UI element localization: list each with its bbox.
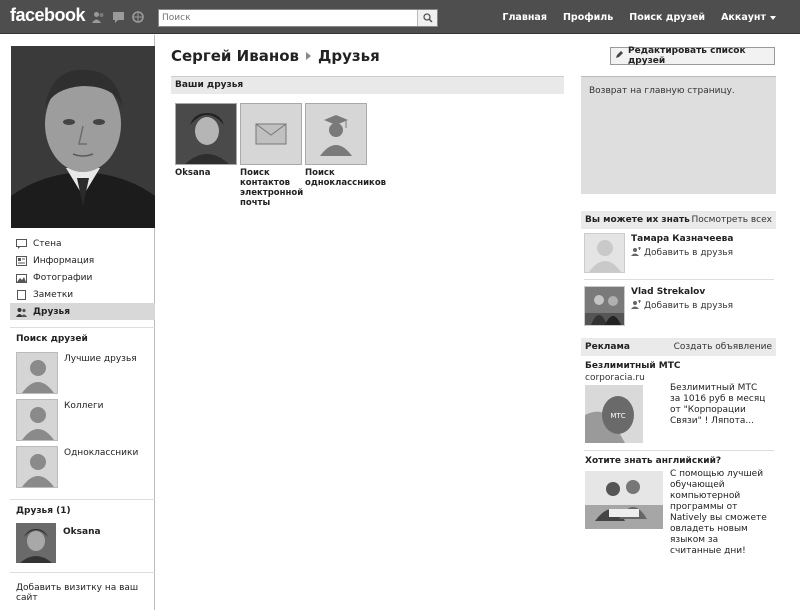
ad-image[interactable]: МТС xyxy=(585,385,643,446)
email-contacts-tile[interactable]: Поиск контактов электронной почты xyxy=(240,103,304,208)
divider xyxy=(10,327,155,328)
messages-icon[interactable] xyxy=(111,10,125,23)
friend-tile[interactable]: Oksana xyxy=(175,103,237,178)
find-friends-heading: Поиск друзей xyxy=(16,334,88,344)
notification-jewels xyxy=(91,10,145,23)
suggestion-name[interactable]: Тамара Казначеева xyxy=(631,234,733,244)
friend-tile-caption: Oksana xyxy=(175,168,211,178)
add-badge-link[interactable]: Добавить визитку на ваш сайт xyxy=(16,583,154,603)
wall-icon xyxy=(16,238,27,249)
ad-badge-text: МТС xyxy=(610,412,625,420)
friends-count-heading[interactable]: Друзья (1) xyxy=(16,506,71,516)
add-friend-label: Добавить в друзья xyxy=(644,301,734,311)
notes-icon xyxy=(16,289,27,300)
nav-info-label: Информация xyxy=(33,255,95,266)
suggestion-item: Тамара Казначеева Добавить в друзья xyxy=(584,233,733,273)
friends-icon xyxy=(16,307,27,317)
search-icon[interactable] xyxy=(417,10,437,26)
person-silhouette-icon xyxy=(16,399,58,441)
nav-notes[interactable]: Заметки xyxy=(10,286,155,303)
list-label: Коллеги xyxy=(64,401,104,411)
ad-image[interactable] xyxy=(585,471,663,532)
ad-title[interactable]: Безлимитный МТС xyxy=(585,361,680,371)
classmates-tile[interactable]: Поиск одноклассников xyxy=(305,103,387,188)
suggestion-photo[interactable] xyxy=(584,286,625,326)
pymk-heading: Вы можете их знать xyxy=(585,215,690,225)
top-bar: facebook Главная Профиль Поиск друзей Ак… xyxy=(0,0,800,34)
friend-item[interactable]: Oksana xyxy=(16,523,101,563)
person-silhouette-icon xyxy=(16,352,58,394)
friend-name: Oksana xyxy=(63,527,101,537)
edit-friends-label: Редактировать список друзей xyxy=(628,46,746,66)
left-column: Стена Информация Фотографии Заметки Друз… xyxy=(0,35,155,610)
add-friend-icon xyxy=(631,300,641,312)
nav-wall-label: Стена xyxy=(33,238,62,249)
nav-photos-label: Фотографии xyxy=(33,272,93,283)
your-friends-header: Ваши друзья xyxy=(171,76,564,94)
list-label: Одноклассники xyxy=(64,448,139,458)
create-ad-link[interactable]: Создать объявление xyxy=(674,342,772,352)
profile-name-link[interactable]: Сергей Иванов xyxy=(171,47,299,65)
ad-domain[interactable]: corporacia.ru xyxy=(585,373,645,383)
divider xyxy=(584,450,774,451)
breadcrumb-arrow-icon xyxy=(306,52,311,60)
graduate-silhouette-icon xyxy=(305,103,367,165)
account-label: Аккаунт xyxy=(721,12,766,23)
nav-notes-label: Заметки xyxy=(33,289,74,300)
pymk-header: Вы можете их знать Посмотреть всех xyxy=(581,211,776,229)
ads-header: Реклама Создать объявление xyxy=(581,338,776,356)
friend-requests-icon[interactable] xyxy=(91,10,105,23)
see-all-link[interactable]: Посмотреть всех xyxy=(691,215,772,225)
nav-friends-label: Друзья xyxy=(33,306,71,317)
nav-find-friends-link[interactable]: Поиск друзей xyxy=(621,12,713,23)
chevron-down-icon xyxy=(770,15,776,20)
list-item[interactable]: Одноклассники xyxy=(16,446,138,488)
envelope-icon xyxy=(240,103,302,165)
search-box xyxy=(158,9,438,27)
add-friend-label: Добавить в друзья xyxy=(644,248,734,258)
return-home-text: Возврат на главную страницу. xyxy=(589,86,735,96)
ads-heading: Реклама xyxy=(585,342,630,352)
suggestion-item: Vlad Strekalov Добавить в друзья xyxy=(584,286,733,326)
profile-picture[interactable] xyxy=(11,46,155,228)
profile-nav: Стена Информация Фотографии Заметки Друз… xyxy=(10,235,155,320)
list-item[interactable]: Коллеги xyxy=(16,399,104,441)
list-label: Лучшие друзья xyxy=(64,354,137,364)
friend-photo xyxy=(16,523,56,563)
list-item[interactable]: Лучшие друзья xyxy=(16,352,137,394)
ad-body: С помощью лучшей обучающей компьютерной … xyxy=(670,469,767,556)
ad-body: Безлимитный МТС за 1016 руб в месяц от "… xyxy=(670,383,766,426)
edit-friends-button[interactable]: Редактировать список друзей xyxy=(610,46,775,66)
nav-profile-link[interactable]: Профиль xyxy=(555,12,621,23)
facebook-logo[interactable]: facebook xyxy=(10,5,86,26)
friend-tile-photo xyxy=(175,103,237,165)
ad-title[interactable]: Хотите знать английский? xyxy=(585,456,721,466)
divider xyxy=(584,279,774,280)
suggestion-name[interactable]: Vlad Strekalov xyxy=(631,287,733,297)
nav-home-link[interactable]: Главная xyxy=(494,12,555,23)
top-navigation: Главная Профиль Поиск друзей Аккаунт xyxy=(494,12,784,23)
person-silhouette-icon xyxy=(16,446,58,488)
nav-wall[interactable]: Стена xyxy=(10,235,155,252)
notifications-globe-icon[interactable] xyxy=(131,10,145,23)
divider xyxy=(10,572,155,573)
pencil-icon xyxy=(615,50,624,62)
person-silhouette-icon[interactable] xyxy=(584,233,625,273)
divider xyxy=(10,499,155,500)
add-friend-link[interactable]: Добавить в друзья xyxy=(631,300,733,312)
add-friend-link[interactable]: Добавить в друзья xyxy=(631,247,733,259)
nav-photos[interactable]: Фотографии xyxy=(10,269,155,286)
nav-info[interactable]: Информация xyxy=(10,252,155,269)
page-title: Сергей Иванов Друзья xyxy=(171,47,380,65)
return-home-box[interactable]: Возврат на главную страницу. xyxy=(581,76,776,194)
classmates-caption: Поиск одноклассников xyxy=(305,168,387,188)
nav-friends[interactable]: Друзья xyxy=(10,303,155,320)
nav-account-menu[interactable]: Аккаунт xyxy=(713,12,784,23)
email-contacts-caption: Поиск контактов электронной почты xyxy=(240,168,304,208)
photos-icon xyxy=(16,273,27,283)
info-icon xyxy=(16,255,27,266)
search-input[interactable] xyxy=(159,10,417,26)
add-friend-icon xyxy=(631,247,641,259)
section-title: Друзья xyxy=(318,47,380,65)
